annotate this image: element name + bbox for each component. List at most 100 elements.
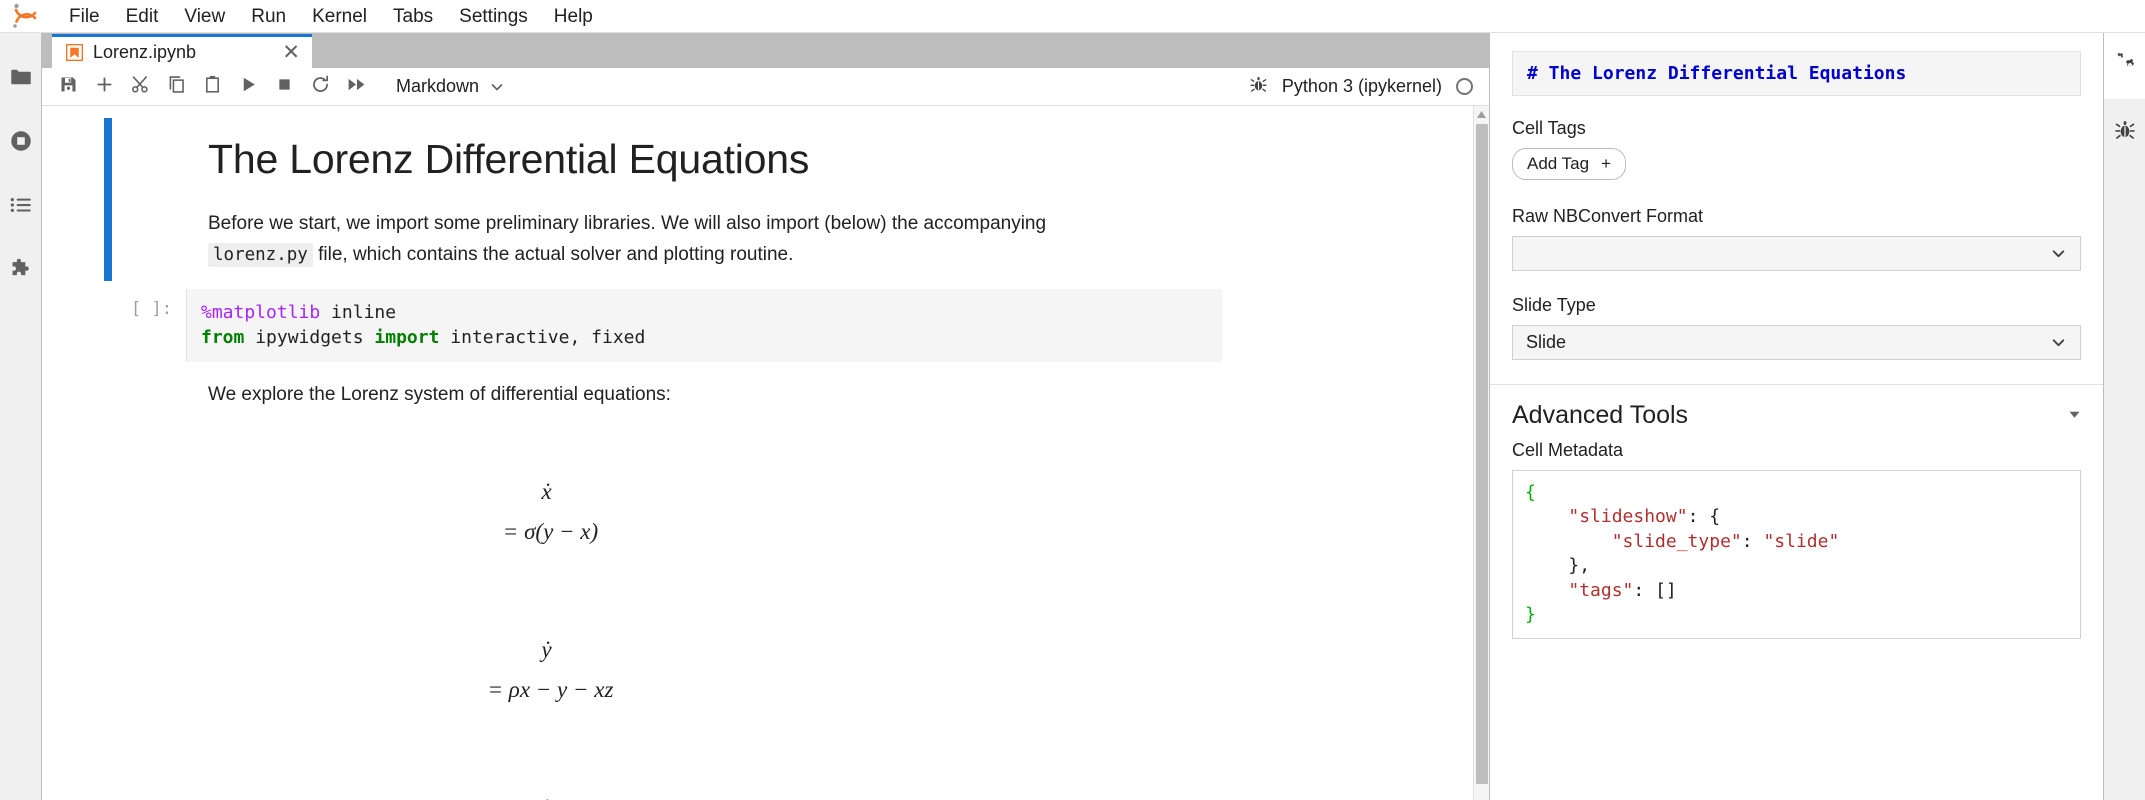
- metadata-line2-rest: : {: [1687, 506, 1721, 528]
- notebook-cell-markdown-explore[interactable]: We explore the Lorenz system of differen…: [42, 366, 1489, 800]
- tab-title: Lorenz.ipynb: [93, 42, 197, 62]
- equation-x-dot: ẋ = σ(y − x): [208, 433, 770, 591]
- kernel-name-label[interactable]: Python 3 (ipykernel): [1282, 76, 1442, 97]
- code-editor[interactable]: %matplotlib inline from ipywidgets impor…: [186, 288, 1222, 362]
- metadata-close-slideshow: },: [1568, 555, 1591, 577]
- right-activity-bar: [2103, 33, 2145, 800]
- advanced-tools-title: Advanced Tools: [1512, 401, 1689, 429]
- menu-help[interactable]: Help: [541, 1, 606, 32]
- paste-clipboard-icon: [202, 74, 223, 100]
- scissors-cut-icon: [130, 74, 151, 100]
- inline-code-lorenz-py: lorenz.py: [208, 242, 313, 267]
- equation-y-dot: ẏ = ρx − y − xz: [208, 591, 770, 749]
- markdown-rendered-body: We explore the Lorenz system of differen…: [186, 370, 810, 800]
- cell-type-dropdown[interactable]: Markdown: [390, 73, 511, 100]
- metadata-line3-colon: :: [1741, 530, 1764, 552]
- notebook-panel: Markdown Python 3 (ipykernel) The Lorenz…: [42, 68, 1489, 800]
- metadata-value-slide: "slide": [1763, 530, 1840, 552]
- sidebar-item-property-inspector[interactable]: [2103, 33, 2145, 99]
- equation-rhs: = ρx − y − xz: [487, 676, 614, 702]
- paste-cell-button[interactable]: [194, 71, 230, 103]
- equation-lhs: ẏ: [541, 637, 552, 663]
- close-icon[interactable]: ✕: [244, 42, 300, 63]
- sidebar-item-debugger[interactable]: [2104, 99, 2145, 165]
- stop-square-icon: [275, 75, 294, 99]
- menu-file[interactable]: File: [56, 1, 113, 32]
- property-inspector-panel: # The Lorenz Differential Equations Cell…: [1489, 33, 2103, 800]
- intro-text-after: file, which contains the actual solver a…: [318, 243, 794, 265]
- table-of-contents-icon: [8, 192, 34, 223]
- metadata-value-tags: : []: [1633, 579, 1677, 601]
- run-cell-button[interactable]: [230, 71, 266, 103]
- notebook-scroll-region[interactable]: The Lorenz Differential Equations Before…: [42, 106, 1489, 800]
- plus-icon: +: [1601, 154, 1612, 173]
- tab-bar: Lorenz.ipynb ✕: [42, 33, 1489, 68]
- page-title: The Lorenz Differential Equations: [208, 136, 810, 182]
- folder-icon: [8, 64, 34, 95]
- restart-refresh-icon: [310, 74, 331, 100]
- menu-settings[interactable]: Settings: [446, 1, 541, 32]
- notebook-vertical-scrollbar[interactable]: [1473, 106, 1489, 800]
- active-cell-indicator: [104, 118, 112, 281]
- notebook-toolbar: Markdown Python 3 (ipykernel): [42, 68, 1489, 106]
- cell-source-preview: # The Lorenz Differential Equations: [1512, 51, 2081, 96]
- scroll-up-arrow-icon[interactable]: [1474, 106, 1489, 122]
- menu-tabs[interactable]: Tabs: [380, 1, 446, 32]
- chevron-down-icon: [2050, 334, 2067, 351]
- cell-indicator: [104, 370, 112, 800]
- cell-indicator: [104, 289, 112, 362]
- jupyterlab-window: File Edit View Run Kernel Tabs Settings …: [0, 0, 2145, 800]
- code-magic-token: %matplotlib: [201, 301, 321, 323]
- intro-paragraph: Before we start, we import some prelimin…: [208, 209, 1156, 271]
- save-button[interactable]: [50, 71, 86, 103]
- jupyter-logo-icon: [6, 2, 44, 30]
- menu-view[interactable]: View: [171, 1, 238, 32]
- metadata-open-brace: {: [1525, 482, 1536, 503]
- metadata-close-brace: }: [1525, 604, 1536, 626]
- chevron-down-icon: [489, 79, 505, 95]
- copy-icon: [166, 74, 187, 100]
- main-dock-area: Lorenz.ipynb ✕ Markdown Python 3 (ipyker…: [42, 33, 1489, 800]
- raw-nbconvert-format-select[interactable]: [1512, 236, 2081, 271]
- cell-prompt: [112, 118, 186, 281]
- code-keyword-from: from: [201, 327, 245, 349]
- chevron-down-icon: [2050, 245, 2067, 262]
- code-cell-wrapper: %matplotlib inline from ipywidgets impor…: [186, 288, 1489, 362]
- tab-lorenz-notebook[interactable]: Lorenz.ipynb ✕: [52, 34, 312, 68]
- slide-type-select[interactable]: Slide: [1512, 325, 2081, 360]
- menu-kernel[interactable]: Kernel: [299, 1, 380, 32]
- add-tag-button[interactable]: Add Tag +: [1512, 148, 1627, 180]
- menu-run[interactable]: Run: [238, 1, 299, 32]
- copy-cell-button[interactable]: [158, 71, 194, 103]
- interrupt-kernel-button[interactable]: [266, 71, 302, 103]
- save-icon: [58, 74, 79, 100]
- metadata-key-slideshow: "slideshow": [1568, 506, 1688, 528]
- workspace: Lorenz.ipynb ✕ Markdown Python 3 (ipyker…: [0, 33, 2145, 800]
- raw-nbconvert-format-label: Raw NBConvert Format: [1512, 206, 1704, 226]
- intro-text-before: Before we start, we import some prelimin…: [208, 213, 1047, 235]
- sidebar-item-extensions[interactable]: [0, 239, 42, 303]
- metadata-key-slide-type: "slide_type": [1611, 530, 1742, 552]
- debugger-bug-icon: [2114, 119, 2136, 146]
- cell-metadata-editor[interactable]: { "slideshow": { "slide_type": "slide" }…: [1512, 470, 2081, 639]
- insert-cell-button[interactable]: [86, 71, 122, 103]
- bug-icon[interactable]: [1249, 75, 1268, 99]
- menu-edit[interactable]: Edit: [113, 1, 172, 32]
- restart-kernel-button[interactable]: [302, 71, 338, 103]
- kernel-status-indicator[interactable]: [1456, 78, 1473, 95]
- cell-metadata-label: Cell Metadata: [1512, 440, 1624, 460]
- sidebar-item-toc[interactable]: [0, 175, 42, 239]
- cut-cell-button[interactable]: [122, 71, 158, 103]
- equation-lhs: ż: [542, 795, 551, 800]
- notebook-cell-code-imports[interactable]: [ ]: %matplotlib inline from ipywidgets …: [42, 285, 1489, 366]
- slide-type-value: Slide: [1526, 332, 1567, 352]
- advanced-tools-header[interactable]: Advanced Tools: [1512, 385, 2081, 440]
- code-module-name: ipywidgets: [244, 327, 375, 349]
- explore-paragraph: We explore the Lorenz system of differen…: [208, 383, 671, 405]
- notebook-cell-markdown-intro[interactable]: The Lorenz Differential Equations Before…: [42, 114, 1489, 285]
- sidebar-item-file-browser[interactable]: [0, 47, 42, 111]
- scrollbar-thumb[interactable]: [1476, 124, 1488, 784]
- equation-z-dot: ż = −βz + xy: [208, 749, 770, 800]
- restart-and-run-all-button[interactable]: [338, 71, 374, 103]
- sidebar-item-running[interactable]: [0, 111, 42, 175]
